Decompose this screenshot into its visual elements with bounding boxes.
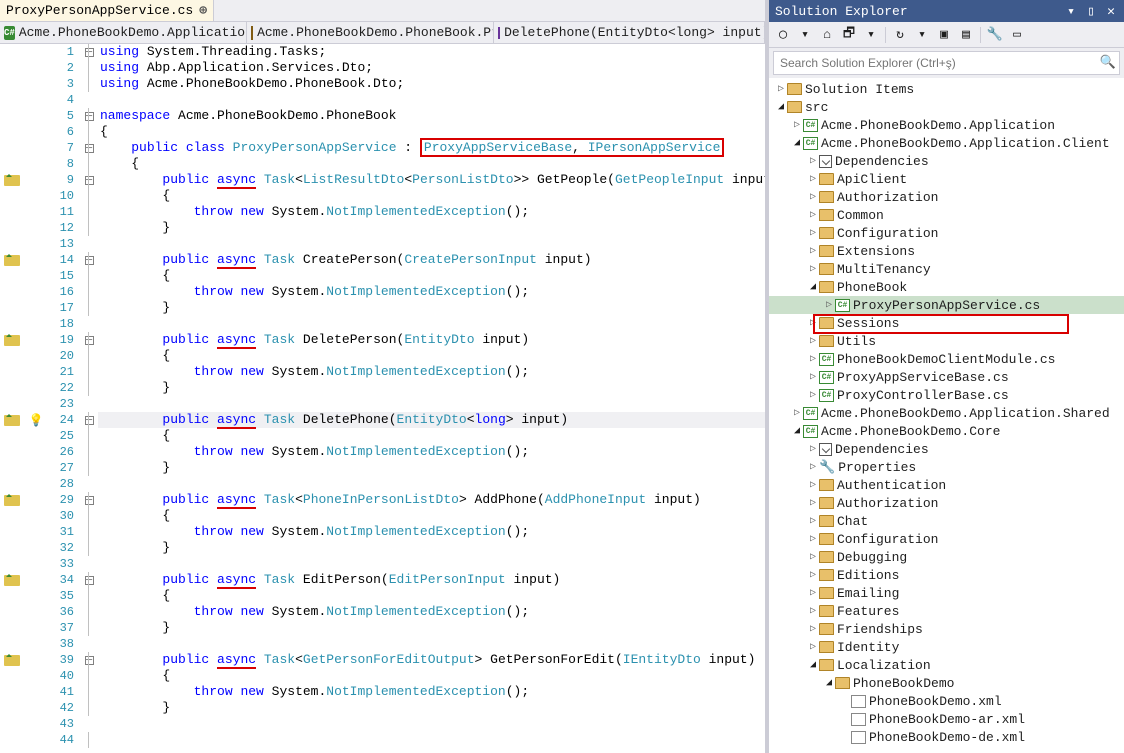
tree-node[interactable]: ◢PhoneBook (769, 278, 1124, 296)
solution-explorer-toolbar: ◯ ▾ ⌂ 🗗 ▾ ↻ ▾ ▣ ▤ 🔧 ▭ (769, 22, 1124, 48)
tree-node[interactable]: ▷Authentication (769, 476, 1124, 494)
properties-button[interactable]: 🔧 (985, 25, 1005, 45)
tree-node[interactable]: ◢Localization (769, 656, 1124, 674)
home-button[interactable]: ⌂ (817, 25, 837, 45)
tree-node[interactable]: ◢src (769, 98, 1124, 116)
nav-project[interactable]: C# Acme.PhoneBookDemo.Application.Clien … (0, 22, 247, 43)
show-all-button[interactable]: ▤ (956, 25, 976, 45)
tree-node[interactable]: ▷Common (769, 206, 1124, 224)
document-tab-strip: ProxyPersonAppService.cs ⊕ (0, 0, 765, 22)
solution-tree[interactable]: ▷Solution Items◢src▷C#Acme.PhoneBookDemo… (769, 78, 1124, 753)
solution-search: 🔍 (773, 51, 1120, 75)
tree-node[interactable]: ◢C#Acme.PhoneBookDemo.Application.Client (769, 134, 1124, 152)
tree-node[interactable]: ▷Sessions (769, 314, 1124, 332)
nav-class[interactable]: Acme.PhoneBookDemo.PhoneBook.Prox ▾ (247, 22, 494, 43)
tree-node[interactable]: ▷Configuration (769, 224, 1124, 242)
refresh-button[interactable]: ↻ (890, 25, 910, 45)
tree-node[interactable]: ▷Identity (769, 638, 1124, 656)
tree-node[interactable]: PhoneBookDemo-ar.xml (769, 710, 1124, 728)
navigation-bar: C# Acme.PhoneBookDemo.Application.Clien … (0, 22, 765, 44)
tree-node[interactable]: ▷Chat (769, 512, 1124, 530)
tree-node[interactable]: ▷Authorization (769, 188, 1124, 206)
tree-node[interactable]: ▷Debugging (769, 548, 1124, 566)
collapse-button[interactable]: ▣ (934, 25, 954, 45)
csharp-icon: C# (4, 26, 15, 40)
tree-node[interactable]: ▷🔧Properties (769, 458, 1124, 476)
dropdown-button[interactable]: ▾ (912, 25, 932, 45)
tree-node[interactable]: ▷C#PhoneBookDemoClientModule.cs (769, 350, 1124, 368)
tree-node[interactable]: ▷Dependencies (769, 152, 1124, 170)
forward-button[interactable]: ▾ (795, 25, 815, 45)
tree-node[interactable]: ▷Dependencies (769, 440, 1124, 458)
tree-node[interactable]: ◢PhoneBookDemo (769, 674, 1124, 692)
back-button[interactable]: ◯ (773, 25, 793, 45)
close-button[interactable]: ✕ (1104, 4, 1118, 19)
class-icon (251, 26, 253, 40)
method-icon (498, 27, 500, 39)
tree-node[interactable]: ▷ApiClient (769, 170, 1124, 188)
tree-node[interactable]: ◢C#Acme.PhoneBookDemo.Core (769, 422, 1124, 440)
tree-node[interactable]: ▷C#ProxyControllerBase.cs (769, 386, 1124, 404)
window-menu-button[interactable]: ▾ (1064, 4, 1078, 19)
tree-node[interactable]: PhoneBookDemo-de.xml (769, 728, 1124, 746)
tree-node[interactable]: ▷MultiTenancy (769, 260, 1124, 278)
solution-explorer-title: Solution Explorer ▾ ▯ ✕ (769, 0, 1124, 22)
tree-node[interactable]: PhoneBookDemo.xml (769, 692, 1124, 710)
preview-button[interactable]: ▭ (1007, 25, 1027, 45)
tree-node[interactable]: ▷C#Acme.PhoneBookDemo.Application (769, 116, 1124, 134)
tree-node[interactable]: ▷Features (769, 602, 1124, 620)
solution-explorer: Solution Explorer ▾ ▯ ✕ ◯ ▾ ⌂ 🗗 ▾ ↻ ▾ ▣ … (769, 0, 1124, 753)
pin-icon[interactable]: ⊕ (199, 3, 207, 18)
tree-node[interactable]: ▷Solution Items (769, 80, 1124, 98)
tree-node[interactable]: ▷Authorization (769, 494, 1124, 512)
search-icon: 🔍 (1100, 55, 1116, 70)
autohide-button[interactable]: ▯ (1084, 4, 1098, 19)
tree-node[interactable]: ▷C#ProxyPersonAppService.cs (769, 296, 1124, 314)
tree-node[interactable]: ▷C#Acme.PhoneBookDemo.Application.Shared (769, 404, 1124, 422)
code-editor[interactable]: 1 − 2 3 4 5 − 6 7 − 8 9 − 10 11 12 13 14… (0, 44, 765, 753)
editor-pane: ProxyPersonAppService.cs ⊕ C# Acme.Phone… (0, 0, 769, 753)
tree-node[interactable]: ▷Configuration (769, 530, 1124, 548)
tree-node[interactable]: ▷C#ProxyAppServiceBase.cs (769, 368, 1124, 386)
tab-filename: ProxyPersonAppService.cs (6, 3, 193, 18)
solution-search-input[interactable] (773, 51, 1120, 75)
tree-node[interactable]: ▷Utils (769, 332, 1124, 350)
tree-node[interactable]: ▷Extensions (769, 242, 1124, 260)
tree-node[interactable]: ▷Friendships (769, 620, 1124, 638)
document-tab[interactable]: ProxyPersonAppService.cs ⊕ (0, 0, 214, 21)
tree-node[interactable]: ▷Emailing (769, 584, 1124, 602)
tree-node[interactable]: ▷Editions (769, 566, 1124, 584)
dropdown-button[interactable]: ▾ (861, 25, 881, 45)
sync-button[interactable]: 🗗 (839, 25, 859, 45)
nav-member[interactable]: DeletePhone(EntityDto<long> input) ▾ (494, 22, 765, 43)
